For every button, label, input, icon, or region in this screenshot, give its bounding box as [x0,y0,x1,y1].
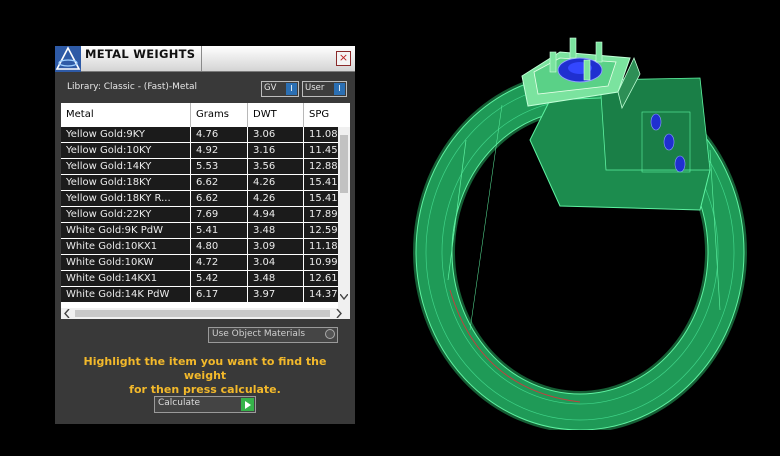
table-cell-metal: Yellow Gold:18KY [61,175,191,190]
chevron-right-icon[interactable] [336,306,342,319]
table-cell-spg: 12.59 [309,225,338,236]
column-header-metal[interactable]: Metal [61,103,191,127]
table-cell-dwt: 4.26 [248,191,304,206]
calculate-label: Calculate [158,398,201,408]
table-cell-dwt: 3.97 [248,287,304,302]
chevron-left-icon[interactable] [64,306,70,319]
gv-toggle-indicator: I [286,83,297,95]
table-row[interactable]: Yellow Gold:18KY R... 6.62 4.26 15.41 [61,191,338,207]
column-header-spg[interactable]: SPG [304,103,338,127]
table-cell-dwt: 3.56 [248,159,304,174]
table-cell-metal: White Gold:9K PdW [61,223,191,238]
radio-icon [325,329,335,339]
table-cell-grams: 4.80 [191,239,248,254]
table-row[interactable]: White Gold:10KX1 4.80 3.09 11.18 [61,239,338,255]
table-row[interactable]: Yellow Gold:18KY 6.62 4.26 15.41 [61,175,338,191]
table-cell-metal: Yellow Gold:14KY [61,159,191,174]
table-cell-spg: 11.45 [309,145,338,156]
title-divider [201,46,202,71]
table-cell-spg: 10.99 [309,257,338,268]
table-cell-metal: Yellow Gold:22KY [61,207,191,222]
table-cell-grams: 5.53 [191,159,248,174]
close-icon: × [338,51,349,64]
table-cell-grams: 5.42 [191,271,248,286]
vertical-scrollbar[interactable] [338,127,350,308]
table-cell-grams: 4.92 [191,143,248,158]
column-header-dwt[interactable]: DWT [248,103,304,127]
table-cell-dwt: 3.48 [248,223,304,238]
table-cell-grams: 6.62 [191,191,248,206]
horizontal-scroll-thumb[interactable] [75,310,330,317]
table-body: Yellow Gold:9KY 4.76 3.06 11.08 Yellow Gold:… [61,127,338,303]
table-cell-grams: 6.17 [191,287,248,302]
app-logo-icon [55,46,81,72]
calculate-go-button[interactable] [241,398,254,411]
table-row[interactable]: White Gold:14KX1 5.42 3.48 12.61 [61,271,338,287]
gv-toggle[interactable]: GV I [261,81,299,97]
table-row[interactable]: Yellow Gold:14KY 5.53 3.56 12.88 [61,159,338,175]
table-row[interactable]: White Gold:14K PdW 6.17 3.97 14.37 [61,287,338,303]
table-cell-metal: Yellow Gold:18KY R... [61,191,191,206]
instruction-line-1: Highlight the item you want to find the … [83,355,327,382]
vertical-scroll-thumb[interactable] [340,135,348,193]
table-cell-dwt: 4.26 [248,175,304,190]
table-row[interactable]: White Gold:9K PdW 5.41 3.48 12.59 [61,223,338,239]
table-row[interactable]: Yellow Gold:22KY 7.69 4.94 17.89 [61,207,338,223]
use-object-materials-toggle[interactable]: Use Object Materials [208,327,338,343]
calculate-button[interactable]: Calculate [154,396,256,413]
table-cell-metal: Yellow Gold:10KY [61,143,191,158]
table-cell-grams: 5.41 [191,223,248,238]
table-cell-grams: 6.62 [191,175,248,190]
gv-toggle-label: GV [264,83,277,93]
table-cell-spg: 17.89 [309,209,338,220]
table-cell-metal: White Gold:10KW [61,255,191,270]
table-cell-dwt: 3.16 [248,143,304,158]
metal-table: Metal Grams DWT SPG Yellow Gold:9KY 4.76 3… [61,103,350,319]
user-toggle-indicator: I [334,83,345,95]
table-cell-spg: 12.88 [309,161,338,172]
table-row[interactable]: Yellow Gold:9KY 4.76 3.06 11.08 [61,127,338,143]
table-row[interactable]: Yellow Gold:10KY 4.92 3.16 11.45 [61,143,338,159]
instruction-text: Highlight the item you want to find the … [65,355,345,397]
table-cell-metal: White Gold:14K PdW [61,287,191,302]
table-cell-grams: 7.69 [191,207,248,222]
table-cell-spg: 15.41 [309,177,338,188]
table-cell-spg: 14.37 [309,289,338,300]
table-cell-spg: 11.18 [309,241,338,252]
table-cell-metal: Yellow Gold:9KY [61,127,191,142]
table-cell-grams: 4.76 [191,127,248,142]
table-cell-spg: 15.41 [309,193,338,204]
metal-weights-panel: METAL WEIGHTS × Library: Classic - (Fast… [55,46,355,424]
instruction-line-2: for then press calculate. [129,383,281,396]
window-title: METAL WEIGHTS [85,47,196,61]
table-cell-metal: White Gold:14KX1 [61,271,191,286]
column-header-grams[interactable]: Grams [191,103,248,127]
ring-head [521,51,711,211]
title-bar[interactable]: METAL WEIGHTS × [55,46,355,72]
table-cell-grams: 4.72 [191,255,248,270]
library-label: Library: Classic - (Fast)-Metal [67,82,198,92]
table-cell-spg: 12.61 [309,273,338,284]
table-cell-dwt: 3.48 [248,271,304,286]
user-toggle[interactable]: User I [302,81,347,97]
play-arrow-icon [245,401,251,409]
horizontal-scrollbar[interactable] [61,308,350,319]
table-row[interactable]: White Gold:10KW 4.72 3.04 10.99 [61,255,338,271]
ring-3d-viewport[interactable] [410,30,750,430]
user-toggle-label: User [305,83,325,93]
table-header: Metal Grams DWT SPG [61,103,338,127]
close-button[interactable]: × [336,51,351,66]
table-cell-spg: 11.08 [309,129,338,140]
table-cell-dwt: 3.09 [248,239,304,254]
chevron-down-icon[interactable] [339,293,349,303]
use-object-materials-label: Use Object Materials [212,329,306,339]
table-cell-dwt: 3.06 [248,127,304,142]
table-cell-dwt: 3.04 [248,255,304,270]
table-cell-dwt: 4.94 [248,207,304,222]
table-cell-metal: White Gold:10KX1 [61,239,191,254]
